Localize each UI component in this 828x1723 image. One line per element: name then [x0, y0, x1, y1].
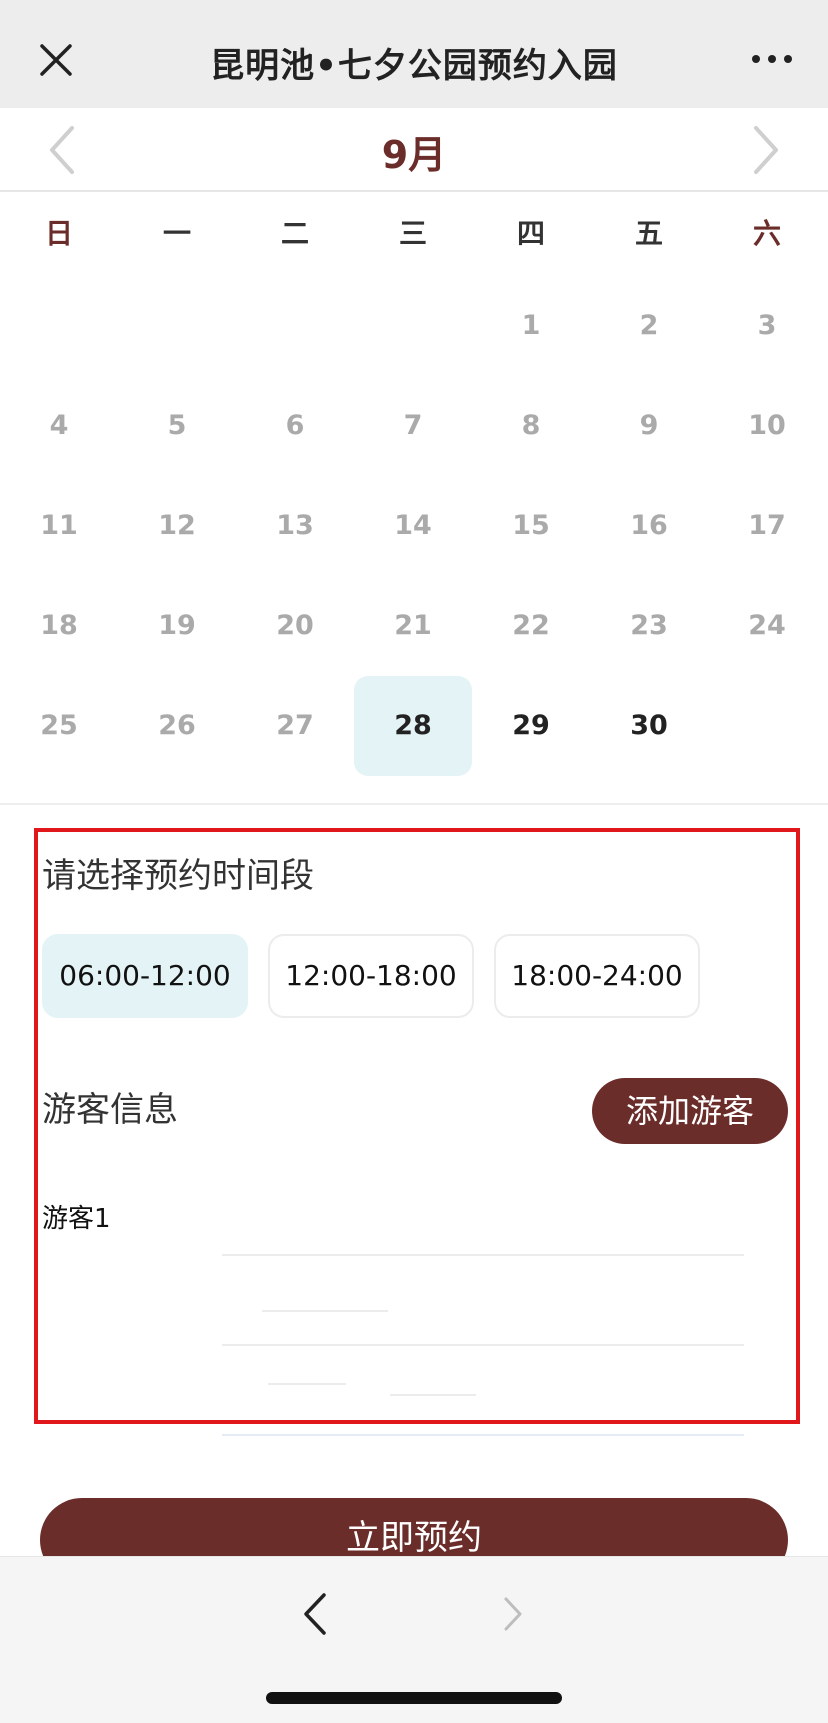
calendar-day: 9: [639, 410, 659, 441]
calendar-day: 3: [757, 310, 777, 341]
calendar-day: 16: [630, 510, 668, 541]
calendar-day: 24: [748, 610, 786, 641]
calendar-day: 21: [394, 610, 432, 641]
calendar-day: 12: [158, 510, 196, 541]
weekday-sun: 日: [44, 217, 73, 250]
calendar-day: 11: [40, 510, 78, 541]
calendar-day: 13: [276, 510, 314, 541]
month-header: 9月: [0, 108, 828, 192]
calendar-day: 7: [403, 410, 423, 441]
forward-icon[interactable]: [494, 1589, 534, 1639]
calendar-grid: 1 2 3 4 5 6 7 8 9 10 11 12 13 14 15 16 17 18 19 20 21 22 23 24 2…: [0, 276, 828, 776]
next-month-icon[interactable]: [744, 122, 788, 178]
back-icon[interactable]: [296, 1589, 336, 1639]
weekday-thu: 四: [516, 217, 545, 250]
calendar-day: 17: [748, 510, 786, 541]
booking-page: 昆明池•七夕公园预约入园 9月 日 一 二 三 四 五 六 1234567891…: [0, 0, 828, 1723]
weekday-wed: 三: [398, 217, 427, 250]
calendar-day: 26: [158, 710, 196, 741]
calendar-day: 10: [748, 410, 786, 441]
form-underline: [390, 1394, 476, 1396]
calendar-day: 22: [512, 610, 550, 641]
calendar-day: 18: [40, 610, 78, 641]
calendar-day: 6: [285, 410, 305, 441]
visitor-name-field[interactable]: [222, 1254, 744, 1256]
calendar-day: 20: [276, 610, 314, 641]
calendar-day: 23: [630, 610, 668, 641]
calendar-day[interactable]: 30: [590, 676, 708, 776]
weekday-tue: 二: [280, 217, 309, 250]
calendar-day: 15: [512, 510, 550, 541]
calendar-day: 2: [639, 310, 659, 341]
visitor-1-label: 游客1: [42, 1204, 111, 1234]
weekday-mon: 一: [162, 217, 191, 250]
calendar-day: 8: [521, 410, 541, 441]
visitor-phone-field[interactable]: [222, 1434, 744, 1436]
calendar-day: 25: [40, 710, 78, 741]
calendar-day: 27: [276, 710, 314, 741]
form-underline: [262, 1310, 388, 1312]
time-slot-title: 请选择预约时间段: [42, 856, 314, 896]
weekday-header: 日 一 二 三 四 五 六: [0, 212, 828, 262]
month-label: 9月: [381, 133, 447, 177]
visitor-info-title: 游客信息: [42, 1090, 178, 1130]
visitor-id-field[interactable]: [222, 1344, 744, 1346]
calendar-day: 19: [158, 610, 196, 641]
weekday-fri: 五: [634, 217, 663, 250]
calendar-divider: [0, 803, 828, 805]
weekday-sat: 六: [752, 217, 781, 250]
top-bar: 昆明池•七夕公园预约入园: [0, 0, 828, 108]
page-title: 昆明池•七夕公园预约入园: [210, 46, 618, 86]
calendar-day[interactable]: 29: [472, 676, 590, 776]
time-slot-afternoon[interactable]: 12:00-18:00: [268, 934, 474, 1018]
calendar-day: 5: [167, 410, 187, 441]
calendar-day: 1: [521, 310, 541, 341]
calendar-day: 4: [49, 410, 69, 441]
home-indicator: [266, 1692, 562, 1704]
time-slot-evening[interactable]: 18:00-24:00: [494, 934, 700, 1018]
more-icon[interactable]: [752, 52, 792, 66]
calendar-day-selected[interactable]: 28: [354, 676, 472, 776]
form-underline: [268, 1383, 346, 1385]
calendar-day: 14: [394, 510, 432, 541]
time-slot-morning[interactable]: 06:00-12:00: [42, 934, 248, 1018]
add-visitor-button[interactable]: 添加游客: [592, 1078, 788, 1144]
